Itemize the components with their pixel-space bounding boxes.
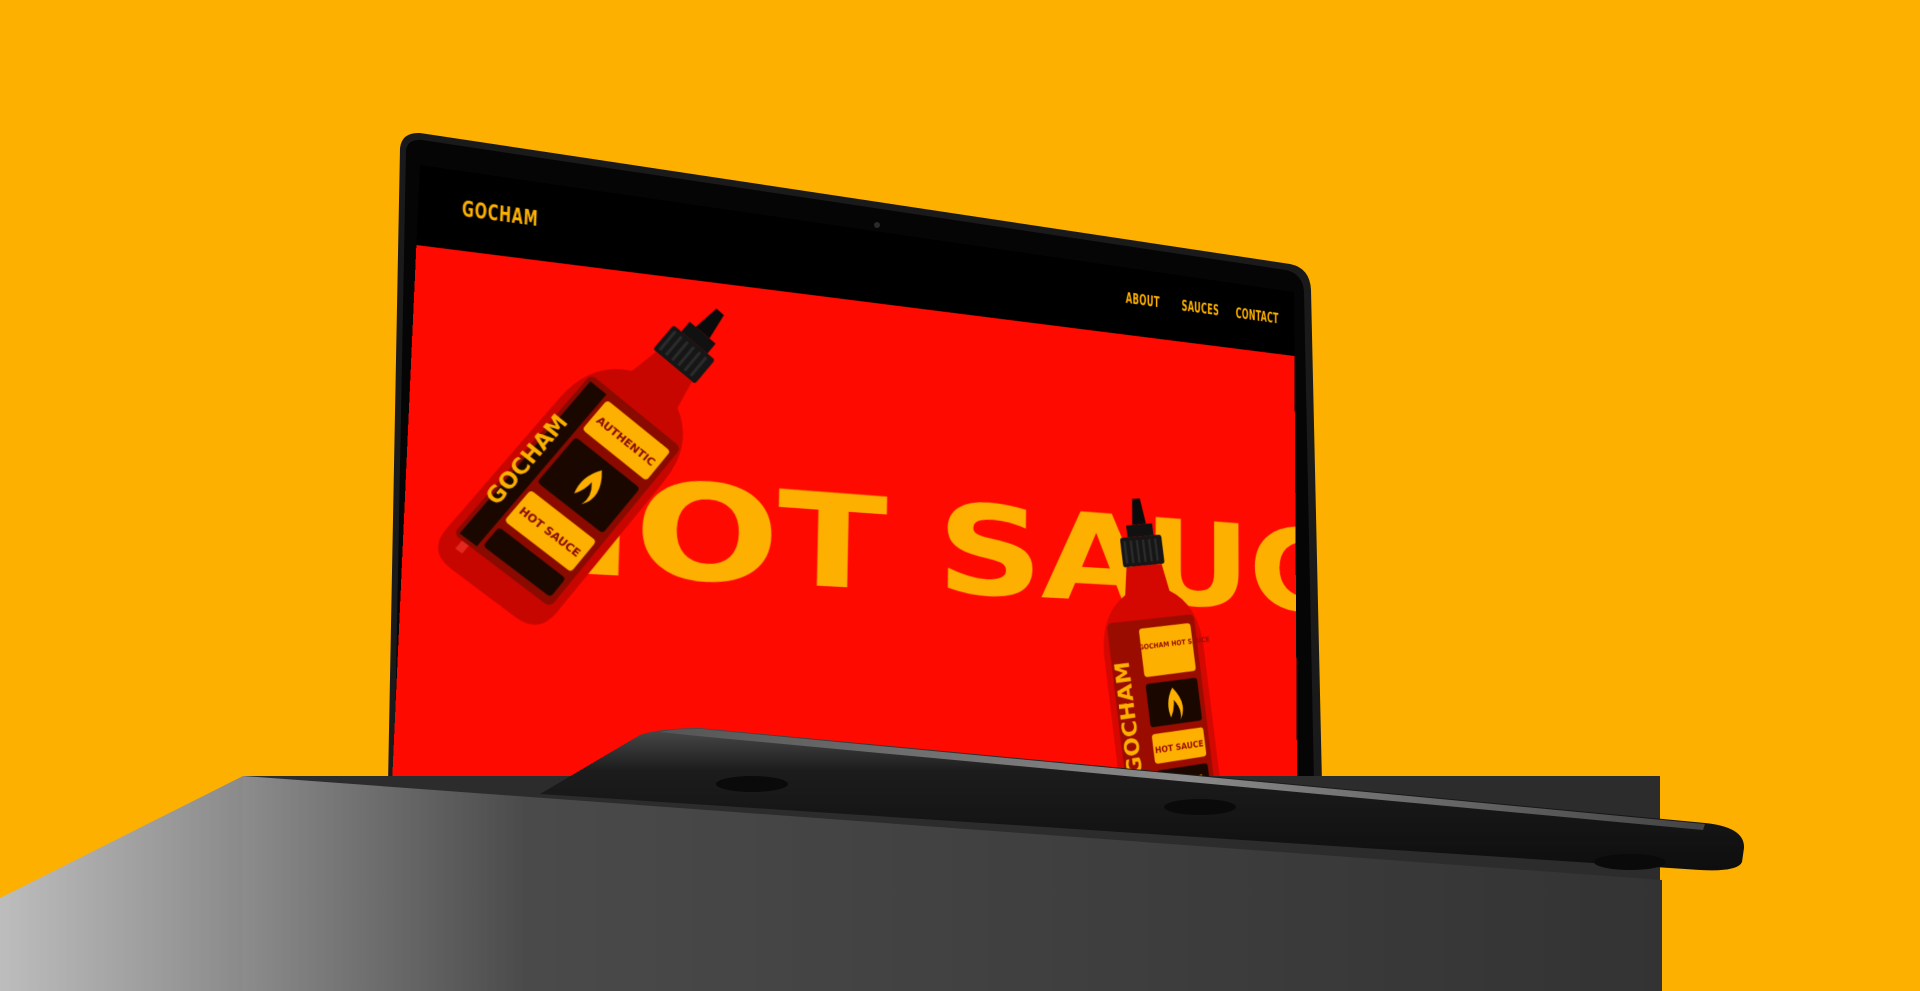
laptop-foot-center (1164, 799, 1236, 815)
nav-contact[interactable]: CONTACT (1236, 305, 1267, 326)
scene: GOCHAM ABOUT SAUCES CONTACT HOT SAUCE GO… (0, 0, 1920, 991)
concrete-front-face (243, 776, 1662, 991)
nav-sauces[interactable]: SAUCES (1182, 297, 1214, 319)
nav-about[interactable]: ABOUT (1126, 289, 1159, 311)
nozzle-cap-icon (1115, 497, 1164, 567)
concrete-left-face (0, 776, 243, 991)
site-nav: ABOUT SAUCES CONTACT (1115, 288, 1276, 327)
laptop-foot-right (1594, 854, 1666, 870)
site-logo[interactable]: GOCHAM (461, 197, 538, 232)
website-screen: GOCHAM ABOUT SAUCES CONTACT HOT SAUCE GO… (392, 165, 1297, 784)
concrete-top-face (243, 776, 1660, 900)
camera-dot (874, 222, 880, 228)
